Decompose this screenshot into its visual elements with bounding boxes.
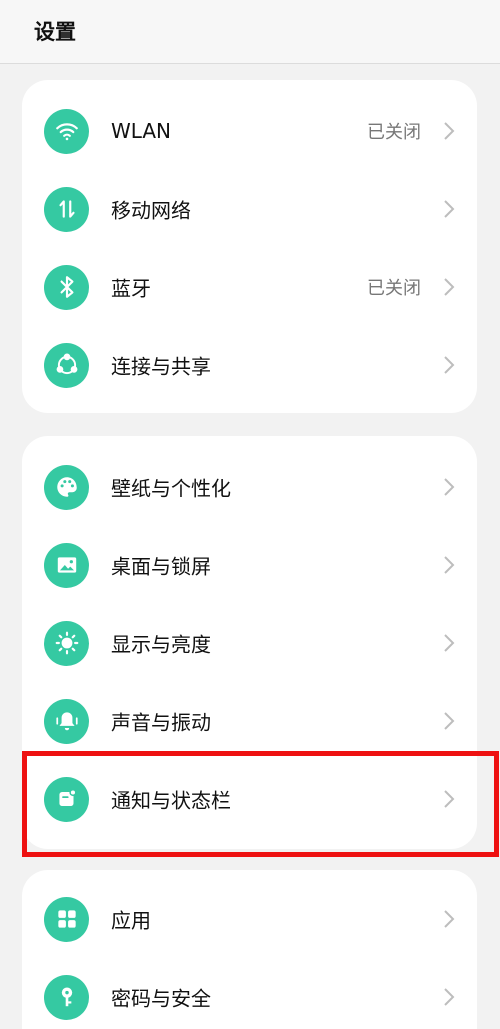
chevron-right-icon	[444, 478, 455, 496]
chevron-right-icon	[444, 634, 455, 652]
bluetooth-icon	[44, 264, 89, 310]
wlan-status: 已关闭	[367, 122, 421, 143]
settings-item-label: 声音与振动	[111, 710, 211, 735]
brightness-icon	[44, 620, 89, 666]
key-icon	[44, 974, 89, 1020]
chevron-right-icon	[444, 200, 455, 218]
chevron-right-icon	[444, 556, 455, 574]
bluetooth-status: 已关闭	[367, 278, 421, 299]
top-bar: 设置	[0, 0, 500, 64]
chevron-right-icon	[444, 278, 455, 296]
chevron-right-icon	[444, 122, 455, 140]
settings-group-apps-security: 应用 密码与安全	[22, 870, 477, 1029]
settings-item-display-brightness[interactable]: 显示与亮度	[22, 604, 477, 682]
settings-item-label: 显示与亮度	[111, 632, 211, 657]
settings-item-label: 壁纸与个性化	[111, 476, 231, 501]
mobile-data-icon	[44, 186, 89, 232]
apps-icon	[44, 896, 89, 942]
settings-item-wlan[interactable]: WLAN 已关闭	[22, 92, 477, 170]
settings-item-bluetooth[interactable]: 蓝牙 已关闭	[22, 248, 477, 326]
wifi-icon	[44, 108, 89, 154]
settings-item-password-security[interactable]: 密码与安全	[22, 958, 477, 1029]
settings-item-mobile-network[interactable]: 移动网络	[22, 170, 477, 248]
chevron-right-icon	[444, 988, 455, 1006]
settings-item-label: 蓝牙	[111, 276, 151, 301]
page-title: 设置	[34, 20, 76, 44]
settings-item-label: 桌面与锁屏	[111, 554, 211, 579]
palette-icon	[44, 464, 89, 510]
settings-item-label: 密码与安全	[111, 986, 211, 1011]
settings-item-label: 连接与共享	[111, 354, 211, 379]
chevron-right-icon	[444, 356, 455, 374]
bell-icon	[44, 698, 89, 744]
settings-item-label: WLAN	[111, 119, 172, 143]
settings-group-connectivity: WLAN 已关闭 移动网络 蓝牙 已关闭 连接与共享	[22, 80, 477, 413]
share-icon	[44, 342, 89, 388]
settings-item-home-lockscreen[interactable]: 桌面与锁屏	[22, 526, 477, 604]
settings-item-wallpaper[interactable]: 壁纸与个性化	[22, 448, 477, 526]
chevron-right-icon	[444, 910, 455, 928]
settings-item-label: 应用	[111, 908, 151, 933]
highlight-box	[22, 751, 499, 857]
settings-item-label: 移动网络	[111, 198, 191, 223]
settings-item-sound-vibration[interactable]: 声音与振动	[22, 682, 477, 760]
image-icon	[44, 542, 89, 588]
settings-item-apps[interactable]: 应用	[22, 880, 477, 958]
chevron-right-icon	[444, 712, 455, 730]
settings-item-connection-sharing[interactable]: 连接与共享	[22, 326, 477, 404]
